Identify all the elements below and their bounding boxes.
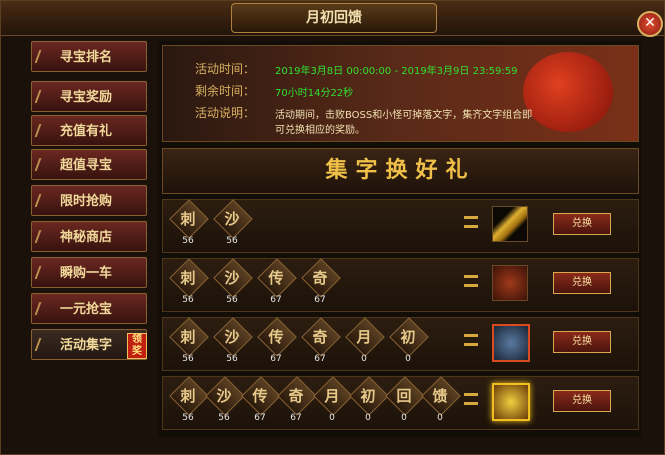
equals-icon xyxy=(464,216,478,228)
sidebar-item-label: 限时抢购 xyxy=(60,194,113,209)
chevron-right-icon xyxy=(34,230,50,243)
tile-char: 传 xyxy=(268,269,284,287)
tile-char: 沙 xyxy=(224,210,240,228)
combo-row: 刺 56 沙 56 传 67 奇 67 月 0 初 0 回 0 馈 0 兑换 xyxy=(162,376,639,430)
tile-count: 67 xyxy=(290,413,302,423)
close-button[interactable]: ✕ xyxy=(637,11,663,37)
tile-count: 67 xyxy=(270,295,282,305)
tile-count: 56 xyxy=(226,354,238,364)
combo-row: 刺 56 沙 56 传 67 奇 67 兑换 xyxy=(162,258,639,312)
tile-char: 回 xyxy=(396,387,412,405)
sidebar-item-label: 寻宝排名 xyxy=(60,50,113,65)
sidebar-item-mystery-shop[interactable]: 神秘商店 xyxy=(31,221,147,252)
tile-count: 0 xyxy=(361,354,367,364)
tile-count: 0 xyxy=(437,413,443,423)
sidebar-item-label: 超值寻宝 xyxy=(60,158,113,173)
sidebar-item-one-yuan[interactable]: 一元抢宝 xyxy=(31,293,147,324)
tile-count: 0 xyxy=(401,413,407,423)
tile-char: 沙 xyxy=(224,328,240,346)
desc-value: 活动期间，击败BOSS和小怪可掉落文字，集齐文字组合即可兑换相应的奖励。 xyxy=(275,110,533,136)
tile-char: 奇 xyxy=(312,328,328,346)
tile-count: 56 xyxy=(226,295,238,305)
desc-label: 活动说明： xyxy=(195,106,256,120)
tile-char: 月 xyxy=(324,387,340,405)
exchange-button[interactable]: 兑换 xyxy=(553,213,611,235)
time-value: 2019年3月8日 00:00:00 - 2019年3月9日 23:59:59 xyxy=(275,66,518,77)
glowing-treasure-icon[interactable] xyxy=(492,383,530,421)
event-window: 月初回馈 ✕ 寻宝排名 寻宝奖励 充值有礼 超值寻宝 限时抢购 神秘商店 瞬购一… xyxy=(0,0,665,455)
tile-count: 67 xyxy=(314,295,326,305)
tile-char: 传 xyxy=(268,328,284,346)
sidebar-item-value-treasure[interactable]: 超值寻宝 xyxy=(31,149,147,180)
tile-char: 传 xyxy=(252,387,268,405)
combo-row: 刺 56 沙 56 兑换 xyxy=(162,199,639,253)
chevron-right-icon xyxy=(34,194,50,207)
tile-count: 56 xyxy=(182,354,194,364)
tile-count: 0 xyxy=(405,354,411,364)
gold-bar-icon[interactable] xyxy=(492,206,528,242)
equals-icon xyxy=(464,275,478,287)
red-chest-icon[interactable] xyxy=(492,265,528,301)
sidebar-item-label: 活动集字 xyxy=(60,338,113,353)
tile-count: 56 xyxy=(226,236,238,246)
sidebar-item-label: 充值有礼 xyxy=(60,124,113,139)
equals-icon xyxy=(464,393,478,405)
tile-count: 67 xyxy=(270,354,282,364)
exchange-button[interactable]: 兑换 xyxy=(553,272,611,294)
tile-char: 刺 xyxy=(180,269,196,287)
chevron-right-icon xyxy=(34,90,50,103)
sidebar-item-label: 寻宝奖励 xyxy=(60,90,113,105)
tile-count: 0 xyxy=(365,413,371,423)
exchange-button[interactable]: 兑换 xyxy=(553,331,611,353)
event-banner: 活动时间： 2019年3月8日 00:00:00 - 2019年3月9日 23:… xyxy=(162,45,639,142)
page-title: 集字换好礼 xyxy=(162,148,639,194)
chevron-right-icon xyxy=(34,50,50,63)
window-title: 月初回馈 xyxy=(231,3,437,33)
tile-char: 奇 xyxy=(312,269,328,287)
sidebar-item-flash-sale[interactable]: 限时抢购 xyxy=(31,185,147,216)
tile-char: 刺 xyxy=(180,328,196,346)
chevron-right-icon xyxy=(34,124,50,137)
time-label: 活动时间： xyxy=(195,62,256,76)
tile-count: 56 xyxy=(182,295,194,305)
lucky-bag-icon xyxy=(523,52,613,132)
claim-badge: 领奖 xyxy=(127,333,147,359)
tile-char: 初 xyxy=(360,387,376,405)
tile-count: 67 xyxy=(314,354,326,364)
remain-label: 剩余时间： xyxy=(195,84,256,98)
tile-char: 刺 xyxy=(180,210,196,228)
tile-char: 刺 xyxy=(180,387,196,405)
sidebar-item-treasure-rank[interactable]: 寻宝排名 xyxy=(31,41,147,72)
remain-value: 70小时14分22秒 xyxy=(275,88,354,99)
combo-row: 刺 56 沙 56 传 67 奇 67 月 0 初 0 兑换 xyxy=(162,317,639,371)
sidebar: 寻宝排名 寻宝奖励 充值有礼 超值寻宝 限时抢购 神秘商店 瞬购一车 一元抢宝 … xyxy=(31,41,153,436)
tile-count: 56 xyxy=(182,413,194,423)
tile-char: 奇 xyxy=(288,387,304,405)
main-panel: 活动时间： 2019年3月8日 00:00:00 - 2019年3月9日 23:… xyxy=(158,41,641,437)
equals-icon xyxy=(464,334,478,346)
title-bar: 月初回馈 ✕ xyxy=(1,1,664,37)
chevron-right-icon xyxy=(34,266,50,279)
tile-count: 56 xyxy=(218,413,230,423)
sidebar-item-instant-buy[interactable]: 瞬购一车 xyxy=(31,257,147,288)
blue-chest-icon[interactable] xyxy=(492,324,530,362)
tile-char: 初 xyxy=(400,328,416,346)
sidebar-item-collect-words[interactable]: 活动集字 领奖 xyxy=(31,329,147,360)
exchange-button[interactable]: 兑换 xyxy=(553,390,611,412)
sidebar-item-label: 神秘商店 xyxy=(60,230,113,245)
tile-char: 馈 xyxy=(432,387,448,405)
sidebar-item-label: 瞬购一车 xyxy=(60,266,113,281)
tile-count: 67 xyxy=(254,413,266,423)
chevron-right-icon xyxy=(34,302,50,315)
tile-count: 56 xyxy=(182,236,194,246)
sidebar-item-treasure-reward[interactable]: 寻宝奖励 xyxy=(31,81,147,112)
sidebar-item-recharge-gift[interactable]: 充值有礼 xyxy=(31,115,147,146)
chevron-right-icon xyxy=(34,338,50,351)
tile-char: 沙 xyxy=(224,269,240,287)
chevron-right-icon xyxy=(34,158,50,171)
tile-char: 月 xyxy=(356,328,372,346)
tile-count: 0 xyxy=(329,413,335,423)
tile-char: 沙 xyxy=(216,387,232,405)
sidebar-item-label: 一元抢宝 xyxy=(60,302,113,317)
